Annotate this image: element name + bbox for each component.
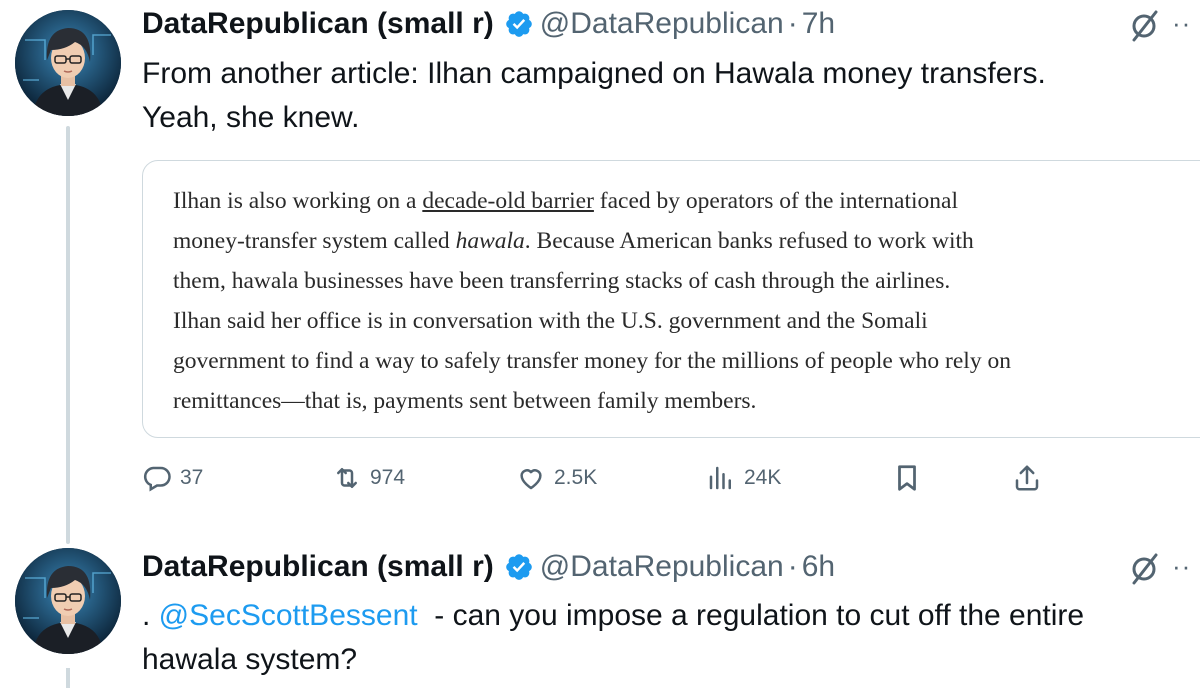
grok-icon[interactable] [1128, 8, 1162, 42]
avatar-image [15, 548, 121, 654]
display-name[interactable]: DataRepublican (small r) [142, 550, 494, 584]
excerpt-line: Ilhan said her office is in conversation… [173, 308, 928, 334]
separator: · [787, 7, 798, 40]
tweet-header: DataRepublican (small r) @DataRepublican… [142, 545, 835, 589]
excerpt-line: them, hawala businesses have been transf… [173, 268, 951, 294]
excerpt-text: money-transfer system called [173, 228, 456, 254]
excerpt-text: . Because American banks refused to work… [524, 228, 974, 254]
timestamp[interactable]: 7h [802, 7, 835, 41]
excerpt-link: decade-old barrier [422, 188, 594, 214]
tweet-text-prefix: . [142, 599, 159, 632]
excerpt-line: money-transfer system called hawala. Bec… [173, 221, 1200, 261]
tweet-text: From another article: Ilhan campaigned o… [142, 52, 1200, 140]
excerpt-italic: hawala [455, 228, 525, 254]
verified-badge-icon[interactable] [504, 9, 534, 39]
tweet-text-rest: - can you impose a regulation to cut off… [417, 599, 1085, 632]
reply-count: 37 [180, 466, 204, 489]
article-excerpt: Ilhan is also working on a decade-old ba… [173, 181, 1200, 421]
like-count: 2.5K [554, 466, 598, 489]
repost-button[interactable]: 974 [332, 458, 405, 498]
tweet-header: DataRepublican (small r) @DataRepublican… [142, 2, 835, 46]
bookmark-icon [892, 463, 922, 493]
separator: · [787, 550, 798, 583]
thread-connector-line-bottom [66, 668, 70, 688]
share-button[interactable] [1012, 458, 1042, 498]
mention-link[interactable]: @SecScottBessent [159, 599, 418, 632]
tweet-text-line: . @SecScottBessent - can you impose a re… [142, 594, 1200, 638]
more-options-icon[interactable]: ·· [1172, 551, 1191, 582]
heart-icon [516, 463, 546, 493]
views-button[interactable]: 24K [706, 458, 781, 498]
avatar-image [15, 10, 121, 116]
quoted-article-image[interactable]: Ilhan is also working on a decade-old ba… [142, 160, 1200, 438]
tweet-text-line: From another article: Ilhan campaigned o… [142, 57, 1046, 90]
reply-icon [142, 463, 172, 493]
thread-connector-line [66, 126, 70, 544]
avatar[interactable] [15, 548, 121, 654]
verified-badge-icon[interactable] [504, 552, 534, 582]
like-button[interactable]: 2.5K [516, 458, 597, 498]
handle[interactable]: @DataRepublican [540, 550, 784, 584]
display-name[interactable]: DataRepublican (small r) [142, 7, 494, 41]
excerpt-text: Ilhan is also working on a [173, 188, 423, 214]
more-options-icon[interactable]: ·· [1172, 8, 1191, 39]
timestamp[interactable]: 6h [802, 550, 835, 584]
bookmark-button[interactable] [892, 458, 922, 498]
handle[interactable]: @DataRepublican [540, 7, 784, 41]
avatar[interactable] [15, 10, 121, 116]
reply-button[interactable]: 37 [142, 458, 203, 498]
share-icon [1012, 463, 1042, 493]
view-count: 24K [744, 466, 782, 489]
repost-icon [332, 463, 362, 493]
tweet-text: . @SecScottBessent - can you impose a re… [142, 594, 1200, 682]
excerpt-line: Ilhan is also working on a decade-old ba… [173, 181, 1200, 221]
excerpt-line: remittances—that is, payments sent betwe… [173, 388, 757, 414]
tweet-text-line: hawala system? [142, 643, 358, 676]
excerpt-text: faced by operators of the international [593, 188, 959, 214]
tweet-text-line: Yeah, she knew. [142, 101, 360, 134]
views-icon [706, 463, 736, 493]
grok-icon[interactable] [1128, 551, 1162, 585]
repost-count: 974 [370, 466, 406, 489]
excerpt-line: government to find a way to safely trans… [173, 348, 1011, 374]
